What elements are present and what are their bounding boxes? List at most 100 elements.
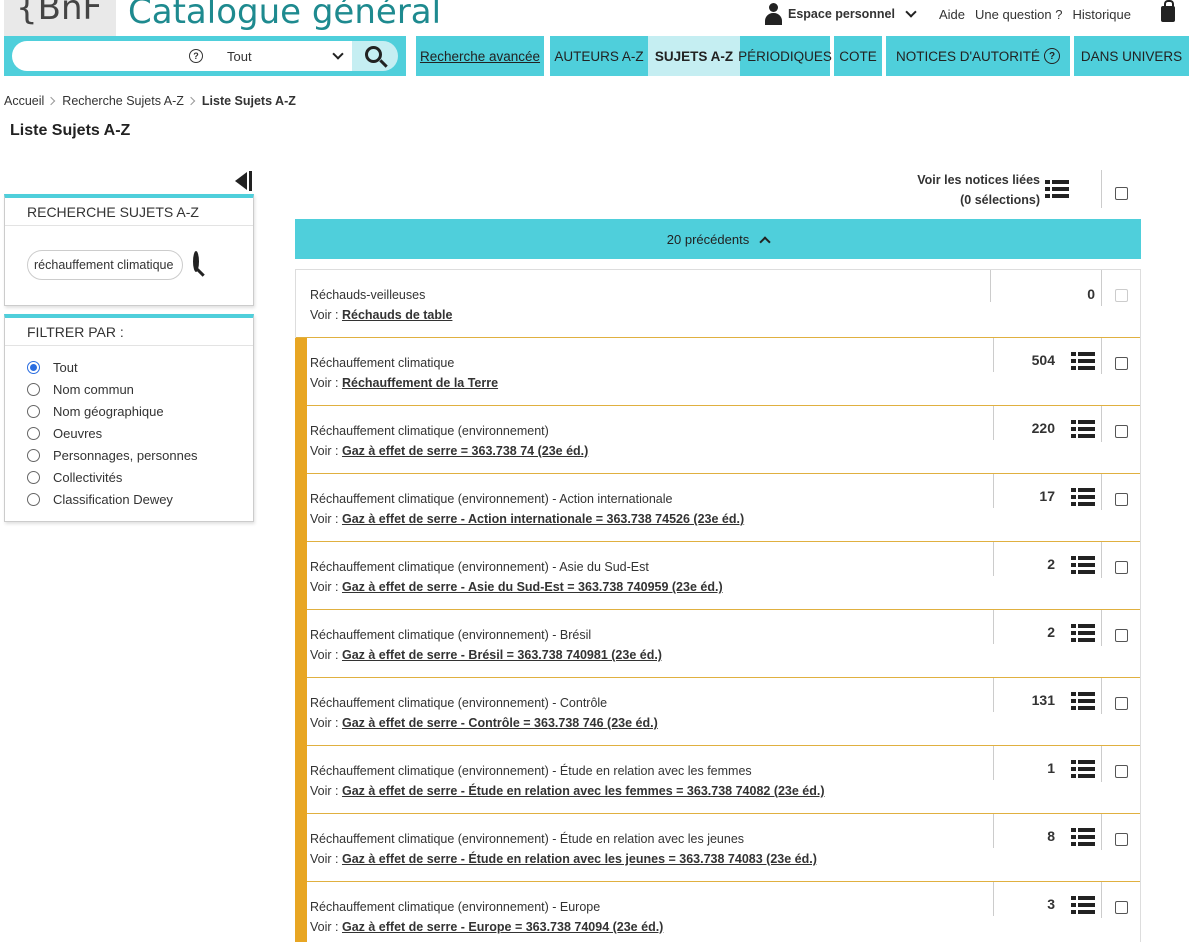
voir-link[interactable]: Gaz à effet de serre = 363.738 74 (23e é… <box>342 444 588 458</box>
voir-link[interactable]: Réchauds de table <box>342 308 452 322</box>
radio-button[interactable] <box>27 448 40 462</box>
row-checkbox[interactable] <box>1115 765 1128 778</box>
list-icon[interactable] <box>1071 420 1095 438</box>
filter-list: Tout Nom commun Nom géographique Oeuvres… <box>5 346 253 510</box>
search-icon <box>364 45 382 63</box>
select-all-checkbox[interactable] <box>1115 187 1128 200</box>
subject-label: Réchauds-veilleuses <box>310 288 426 302</box>
filter-option-collectivites[interactable]: Collectivités <box>27 466 253 488</box>
voir-link[interactable]: Gaz à effet de serre - Asie du Sud-Est =… <box>342 580 723 594</box>
subject-search-button[interactable] <box>193 251 199 272</box>
subject-label: Réchauffement climatique (environnement)… <box>310 900 601 914</box>
question-link[interactable]: Une question ? <box>975 7 1062 22</box>
aide-link[interactable]: Aide <box>939 7 965 22</box>
tab-notices-autorite[interactable]: NOTICES D'AUTORITÉ ? <box>886 36 1070 76</box>
list-icon[interactable] <box>1071 624 1095 642</box>
tab-sujets[interactable]: SUJETS A-Z <box>648 36 740 76</box>
row-checkbox[interactable] <box>1115 561 1128 574</box>
page-title: Liste Sujets A-Z <box>10 122 131 139</box>
breadcrumb: Accueil Recherche Sujets A-Z Liste Sujet… <box>4 94 296 108</box>
divider <box>1101 610 1102 646</box>
record-count: 0 <box>1087 286 1095 302</box>
radio-button[interactable] <box>27 404 40 418</box>
collapse-panel-button[interactable] <box>235 170 255 191</box>
row-checkbox[interactable] <box>1115 425 1128 438</box>
record-count: 504 <box>1031 352 1055 368</box>
row-checkbox[interactable] <box>1115 833 1128 846</box>
voir-link[interactable]: Gaz à effet de serre - Brésil = 363.738 … <box>342 648 662 662</box>
count-cell: 8 <box>993 814 1101 848</box>
voir-line: Voir : Réchauds de table <box>310 308 452 322</box>
espace-personnel-menu[interactable]: Espace personnel <box>764 3 917 25</box>
divider <box>1101 170 1102 208</box>
list-icon[interactable] <box>1071 556 1095 574</box>
bag-icon[interactable] <box>1161 0 1175 22</box>
filter-label: Classification Dewey <box>53 491 173 507</box>
filter-option-nom-commun[interactable]: Nom commun <box>27 378 253 400</box>
radio-button[interactable] <box>27 470 40 484</box>
row-checkbox[interactable] <box>1115 493 1128 506</box>
tab-periodiques[interactable]: PÉRIODIQUES <box>738 36 832 76</box>
divider <box>1101 474 1102 510</box>
recherche-avancee-link[interactable]: Recherche avancée <box>416 36 544 76</box>
voir-link[interactable]: Gaz à effet de serre - Étude en relation… <box>342 852 817 866</box>
voir-link[interactable]: Gaz à effet de serre - Contrôle = 363.73… <box>342 716 658 730</box>
help-icon[interactable]: ? <box>1044 48 1061 64</box>
filter-option-personnages[interactable]: Personnages, personnes <box>27 444 253 466</box>
voir-link[interactable]: Gaz à effet de serre - Étude en relation… <box>342 784 825 798</box>
voir-link[interactable]: Gaz à effet de serre - Action internatio… <box>342 512 744 526</box>
voir-notices-liees[interactable]: Voir les notices liées (0 sélections) <box>880 170 1040 210</box>
count-cell: 17 <box>993 474 1101 508</box>
list-icon[interactable] <box>1071 692 1095 710</box>
list-icon[interactable] <box>1071 760 1095 778</box>
list-item: Réchauffement climatique (environnement)… <box>295 882 1140 942</box>
tab-dans-univers[interactable]: DANS UNIVERS <box>1074 36 1189 76</box>
voir-line: Voir : Gaz à effet de serre = 363.738 74… <box>310 444 588 458</box>
divider <box>1101 406 1102 442</box>
row-checkbox[interactable] <box>1115 357 1128 370</box>
list-icon[interactable] <box>1045 180 1069 198</box>
divider <box>1101 270 1102 306</box>
voir-link[interactable]: Gaz à effet de serre - Europe = 363.738 … <box>342 920 663 934</box>
previous-results-button[interactable]: 20 précédents <box>295 219 1141 259</box>
row-checkbox <box>1115 289 1128 302</box>
list-icon[interactable] <box>1071 896 1095 914</box>
filter-option-oeuvres[interactable]: Oeuvres <box>27 422 253 444</box>
row-checkbox[interactable] <box>1115 629 1128 642</box>
search-subjects-panel: RECHERCHE SUJETS A-Z réchauffement clima… <box>4 194 254 306</box>
filter-option-dewey[interactable]: Classification Dewey <box>27 488 253 510</box>
breadcrumb-recherche-sujets[interactable]: Recherche Sujets A-Z <box>62 94 184 108</box>
breadcrumb-accueil[interactable]: Accueil <box>4 94 44 108</box>
list-icon[interactable] <box>1071 352 1095 370</box>
filter-option-tout[interactable]: Tout <box>27 356 253 378</box>
historique-link[interactable]: Historique <box>1072 7 1131 22</box>
radio-button[interactable] <box>27 382 40 396</box>
row-checkbox[interactable] <box>1115 697 1128 710</box>
espace-personnel-label: Espace personnel <box>787 7 895 21</box>
help-icon[interactable]: ? <box>189 49 203 63</box>
radio-button[interactable] <box>27 492 40 506</box>
list-item: Réchauffement climatique (environnement)… <box>295 406 1140 474</box>
radio-button[interactable] <box>27 360 40 374</box>
divider <box>1101 542 1102 578</box>
list-item: Réchauffement climatique (environnement)… <box>295 474 1140 542</box>
scope-select[interactable]: ? Tout <box>182 41 356 71</box>
voir-prefix: Voir : <box>310 444 339 458</box>
voir-prefix: Voir : <box>310 784 339 798</box>
tab-cote[interactable]: COTE <box>834 36 882 76</box>
radio-button[interactable] <box>27 426 40 440</box>
filter-option-nom-geographique[interactable]: Nom géographique <box>27 400 253 422</box>
voir-line: Voir : Gaz à effet de serre - Europe = 3… <box>310 920 663 934</box>
previous-results-label: 20 précédents <box>666 231 750 247</box>
list-icon[interactable] <box>1071 488 1095 506</box>
collapse-panel-bar <box>249 171 252 191</box>
voir-link[interactable]: Réchauffement de la Terre <box>342 376 498 390</box>
list-icon[interactable] <box>1071 828 1095 846</box>
site-title[interactable]: Catalogue général <box>128 0 441 32</box>
bnf-logo[interactable]: {BnF <box>4 0 116 36</box>
search-button[interactable] <box>352 41 398 71</box>
subject-search-term[interactable]: réchauffement climatique <box>27 250 183 280</box>
row-checkbox[interactable] <box>1115 901 1128 914</box>
tab-auteurs[interactable]: AUTEURS A-Z <box>550 36 648 76</box>
search-input[interactable] <box>12 41 187 71</box>
